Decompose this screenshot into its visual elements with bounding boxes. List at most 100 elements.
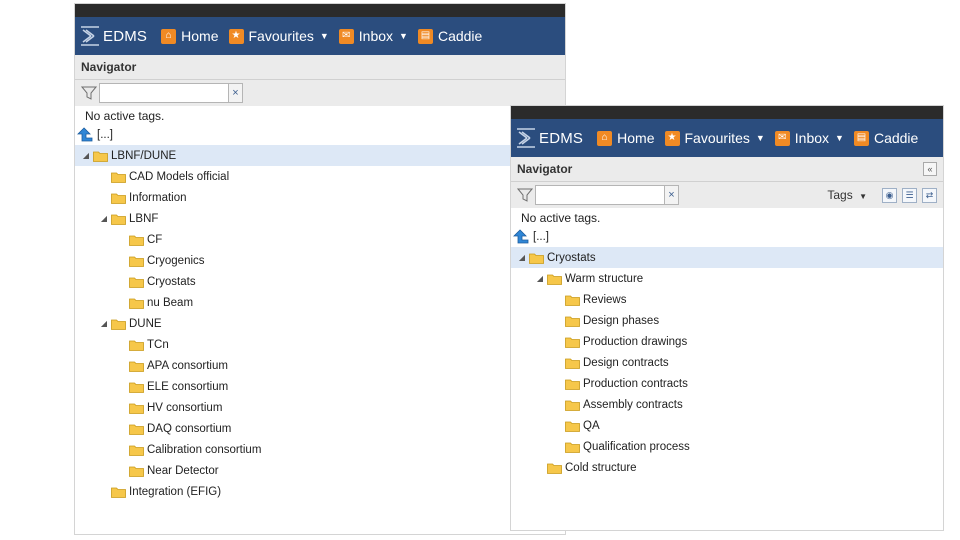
collapse-all-icon[interactable]: ☰ xyxy=(902,187,917,203)
refresh-icon[interactable]: ⇄ xyxy=(922,187,937,203)
tree-folder-label: LBNF xyxy=(129,212,159,225)
tree-folder-row[interactable]: Production drawings xyxy=(511,331,943,352)
tree-folder-row[interactable]: Assembly contracts xyxy=(511,394,943,415)
tree-folder-label: DAQ consortium xyxy=(147,422,232,435)
folder-icon xyxy=(111,193,126,204)
clear-filter-button[interactable]: × xyxy=(665,185,679,205)
navigator-title: Navigator xyxy=(517,162,573,176)
up-arrow-icon xyxy=(513,228,529,243)
up-arrow-icon xyxy=(77,126,93,141)
tree-folder-row[interactable]: ◢ Cryostats xyxy=(511,247,943,268)
tree-folder-label: TCn xyxy=(147,338,169,351)
tree-folder-row[interactable]: Production contracts xyxy=(511,373,943,394)
folder-icon xyxy=(565,421,580,432)
folder-icon xyxy=(565,316,580,327)
folder-icon xyxy=(129,424,144,435)
tree-folder-label: Assembly contracts xyxy=(583,398,683,411)
tree-folder-label: nu Beam xyxy=(147,296,194,309)
nav-caddie[interactable]: ▤ Caddie xyxy=(853,130,918,146)
navigator-tree: [...] ◢ LBNF/DUNE CAD Models official Infor… xyxy=(75,124,565,502)
folder-icon xyxy=(129,256,144,267)
collapse-panel-button[interactable]: « xyxy=(923,162,937,176)
folder-icon xyxy=(565,295,580,306)
tree-folder-row[interactable]: nu Beam xyxy=(75,292,565,313)
tree-folder-row[interactable]: Information xyxy=(75,187,565,208)
nav-caddie[interactable]: ▤ Caddie xyxy=(417,28,483,44)
folder-icon xyxy=(565,358,580,369)
edms-window-right: EDMS ⌂ Home ★ Favourites ▼ ✉ Inbox ▼ ▤ C… xyxy=(511,106,943,530)
tree-up-row[interactable]: [...] xyxy=(75,124,565,145)
tree-folder-row[interactable]: Near Detector xyxy=(75,460,565,481)
nav-favourites[interactable]: ★ Favourites ▼ xyxy=(664,130,765,146)
nav-home[interactable]: ⌂ Home xyxy=(161,28,219,44)
tags-status: No active tags. xyxy=(521,211,601,225)
tree-rows: ◢ LBNF/DUNE CAD Models official Information… xyxy=(75,145,565,502)
tree-folder-row[interactable]: ◢ LBNF xyxy=(75,208,565,229)
nav-inbox-label: Inbox xyxy=(358,28,394,44)
nav-home[interactable]: ⌂ Home xyxy=(597,130,655,146)
edms-logo-icon xyxy=(81,26,99,46)
clear-filter-button[interactable]: × xyxy=(229,83,243,103)
tree-folder-row[interactable]: HV consortium xyxy=(75,397,565,418)
tree-folder-row[interactable]: CAD Models official xyxy=(75,166,565,187)
filter-icon[interactable] xyxy=(517,187,533,203)
filter-icon[interactable] xyxy=(81,85,97,101)
nav-favourites-label: Favourites xyxy=(684,130,750,146)
tree-up-row[interactable]: [...] xyxy=(511,226,943,247)
app-header: EDMS ⌂ Home ★ Favourites ▼ ✉ Inbox ▼ ▤ C… xyxy=(75,17,565,55)
tree-folder-label: Production drawings xyxy=(583,335,688,348)
edms-logo[interactable]: EDMS xyxy=(515,126,583,150)
tree-folder-label: CF xyxy=(147,233,163,246)
folder-icon xyxy=(129,298,144,309)
tag-filter-input[interactable] xyxy=(535,185,665,205)
tree-folder-row[interactable]: ◢ LBNF/DUNE xyxy=(75,145,565,166)
expanded-triangle-icon[interactable]: ◢ xyxy=(535,274,545,283)
nav-home-label: Home xyxy=(617,130,655,146)
nav-inbox[interactable]: ✉ Inbox ▼ xyxy=(774,130,844,146)
tree-folder-row[interactable]: DAQ consortium xyxy=(75,418,565,439)
tree-folder-row[interactable]: Design phases xyxy=(511,310,943,331)
tag-filter-input[interactable] xyxy=(99,83,229,103)
tree-folder-row[interactable]: Cryostats xyxy=(75,271,565,292)
home-icon: ⌂ xyxy=(597,130,613,146)
tree-folder-row[interactable]: APA consortium xyxy=(75,355,565,376)
eye-icon[interactable]: ◉ xyxy=(882,187,897,203)
edms-logo[interactable]: EDMS xyxy=(79,24,147,48)
tree-folder-row[interactable]: Design contracts xyxy=(511,352,943,373)
tree-folder-row[interactable]: ◢ Warm structure xyxy=(511,268,943,289)
expanded-triangle-icon[interactable]: ◢ xyxy=(99,214,109,223)
tree-folder-row[interactable]: TCn xyxy=(75,334,565,355)
expanded-triangle-icon[interactable]: ◢ xyxy=(517,253,527,262)
navigator-header: Navigator « xyxy=(511,157,943,182)
tree-folder-row[interactable]: QA xyxy=(511,415,943,436)
tree-folder-row[interactable]: Integration (EFIG) xyxy=(75,481,565,502)
tree-folder-row[interactable]: CF xyxy=(75,229,565,250)
tree-folder-row[interactable]: Qualification process xyxy=(511,436,943,457)
tree-folder-label: CAD Models official xyxy=(129,170,230,183)
chevron-down-icon: ▼ xyxy=(859,192,867,201)
nav-favourites[interactable]: ★ Favourites ▼ xyxy=(228,28,329,44)
folder-icon xyxy=(129,361,144,372)
folder-icon xyxy=(129,235,144,246)
nav-caddie-label: Caddie xyxy=(437,28,483,44)
tree-folder-row[interactable]: ELE consortium xyxy=(75,376,565,397)
tree-folder-row[interactable]: Calibration consortium xyxy=(75,439,565,460)
tree-up-label: [...] xyxy=(533,230,549,243)
folder-icon xyxy=(129,340,144,351)
home-icon: ⌂ xyxy=(161,28,177,44)
tree-folder-row[interactable]: Cold structure xyxy=(511,457,943,478)
expanded-triangle-icon[interactable]: ◢ xyxy=(81,151,91,160)
expanded-triangle-icon[interactable]: ◢ xyxy=(99,319,109,328)
folder-icon xyxy=(111,214,126,225)
tree-up-label: [...] xyxy=(97,128,113,141)
folder-icon xyxy=(129,382,144,393)
nav-inbox[interactable]: ✉ Inbox ▼ xyxy=(338,28,408,44)
close-icon: × xyxy=(232,87,239,99)
tree-folder-row[interactable]: Cryogenics xyxy=(75,250,565,271)
tree-folder-row[interactable]: Reviews xyxy=(511,289,943,310)
tags-dropdown[interactable]: Tags ▼ xyxy=(827,188,867,202)
tree-folder-label: Near Detector xyxy=(147,464,219,477)
tree-folder-row[interactable]: ◢ DUNE xyxy=(75,313,565,334)
folder-icon xyxy=(111,487,126,498)
tree-folder-label: ELE consortium xyxy=(147,380,229,393)
